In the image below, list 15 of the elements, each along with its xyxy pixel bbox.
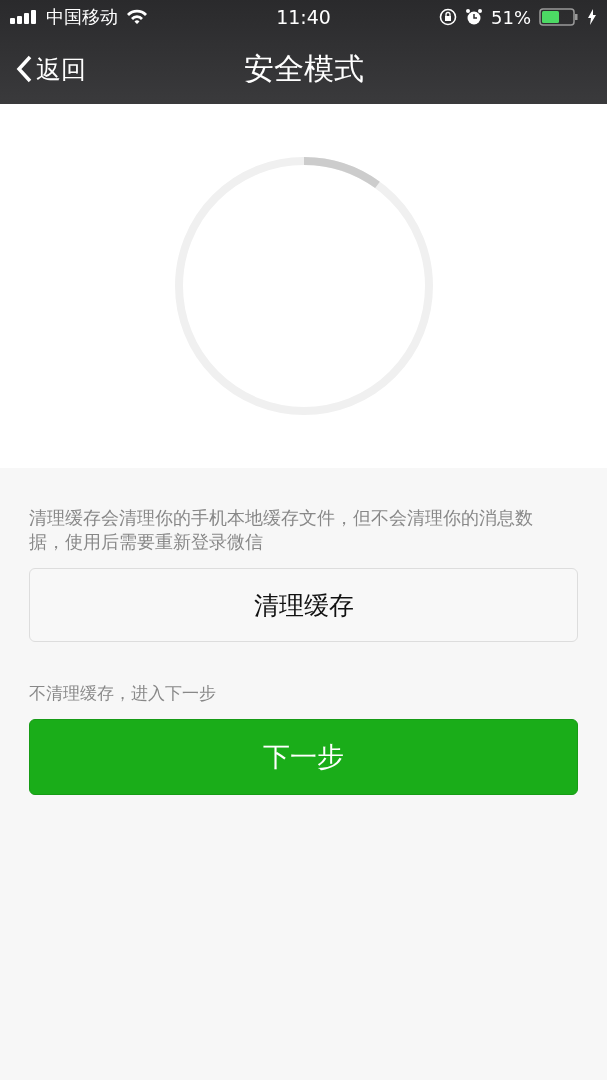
charging-icon bbox=[587, 9, 597, 25]
alarm-icon bbox=[465, 8, 483, 26]
chevron-left-icon bbox=[16, 55, 32, 83]
rotation-lock-icon bbox=[439, 8, 457, 26]
description-text: 清理缓存会清理你的手机本地缓存文件，但不会清理你的消息数据，使用后需要重新登录微信 bbox=[29, 507, 534, 554]
battery-percent: 51% bbox=[491, 6, 531, 28]
carrier-name: 中国移动 bbox=[46, 5, 118, 29]
page-title: 安全模式 bbox=[243, 50, 364, 86]
wifi-icon bbox=[126, 9, 148, 25]
back-button[interactable]: 返回 bbox=[16, 52, 86, 86]
clock-time: 11:40 bbox=[276, 6, 331, 28]
signal-icon bbox=[10, 10, 38, 24]
skip-hint: 不清理缓存，进入下一步 bbox=[29, 682, 217, 705]
battery-icon bbox=[539, 8, 579, 26]
clear-cache-button[interactable]: 清理缓存 bbox=[29, 568, 578, 642]
